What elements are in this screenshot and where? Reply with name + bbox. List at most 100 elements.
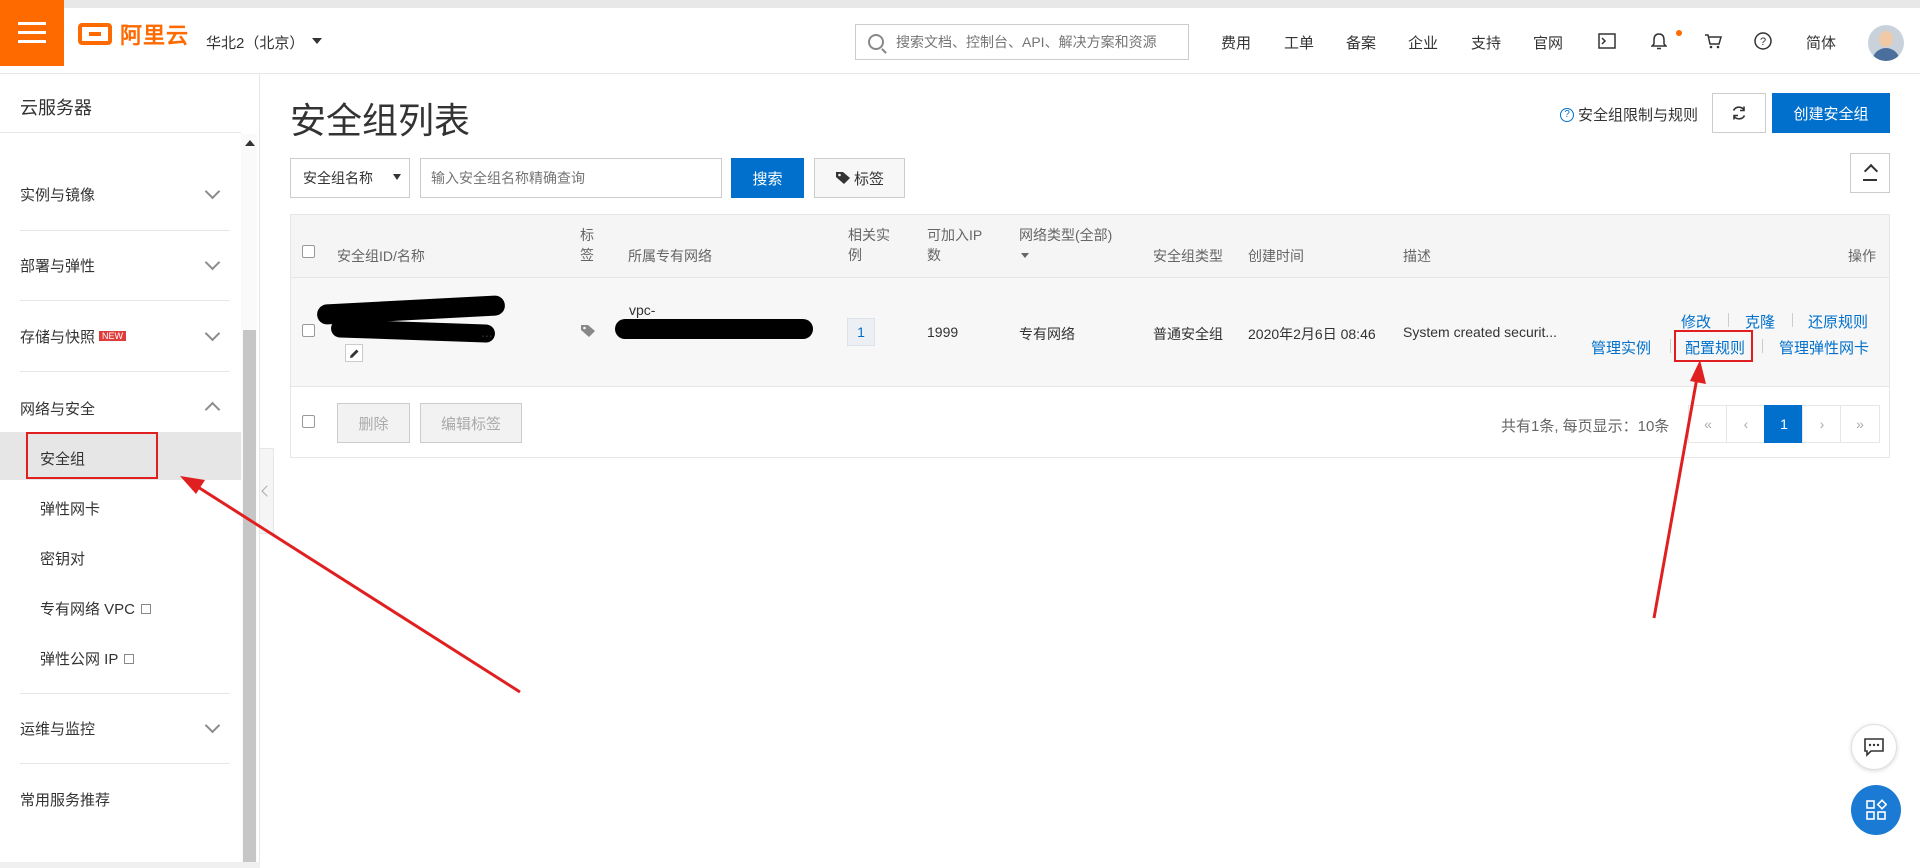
- sidebar-group-storage-snapshots[interactable]: 存储与快照 NEW: [20, 326, 127, 347]
- sg-type-value: 普通安全组: [1153, 326, 1223, 342]
- region-selector[interactable]: 华北2（北京）: [206, 32, 304, 53]
- sidebar-group-instances-images[interactable]: 实例与镜像: [20, 184, 95, 205]
- footer-select-all-checkbox[interactable]: [302, 415, 315, 428]
- divider: [1762, 339, 1763, 353]
- sidebar-collapse-handle[interactable]: [260, 448, 274, 534]
- column-header-line: 相关实: [848, 227, 890, 243]
- manage-instances-link[interactable]: 管理实例: [1591, 337, 1651, 358]
- cart-icon[interactable]: [1702, 30, 1724, 52]
- sidebar-item-eni[interactable]: 弹性网卡: [40, 498, 100, 519]
- refresh-button[interactable]: [1712, 93, 1766, 133]
- column-header-line: 数: [927, 247, 941, 263]
- scroll-up-arrow-icon[interactable]: [245, 140, 255, 146]
- network-type-value: 专有网络: [1019, 326, 1075, 342]
- restore-rules-link[interactable]: 还原规则: [1808, 311, 1868, 332]
- terminal-icon[interactable]: [1596, 30, 1618, 52]
- sidebar-item-key-pairs[interactable]: 密钥对: [40, 548, 85, 569]
- help-link-label: 安全组限制与规则: [1578, 107, 1699, 124]
- security-group-limits-link[interactable]: ? 安全组限制与规则: [1560, 104, 1698, 125]
- vpc-id-prefix[interactable]: vpc-: [629, 302, 655, 318]
- quick-apps-button[interactable]: [1851, 785, 1901, 835]
- aliyun-logo[interactable]: 阿里云: [78, 18, 189, 50]
- refresh-icon: [1732, 106, 1746, 120]
- sidebar-item-label: 专有网络 VPC: [40, 601, 136, 618]
- sidebar-group-ops-monitoring[interactable]: 运维与监控: [20, 718, 95, 739]
- column-header-vpc: 所属专有网络: [628, 248, 712, 264]
- global-search[interactable]: [855, 24, 1189, 60]
- nav-fees[interactable]: 费用: [1221, 32, 1251, 53]
- select-all-checkbox[interactable]: [302, 245, 315, 258]
- caret-down-icon[interactable]: [393, 174, 401, 180]
- help-icon[interactable]: ?: [1752, 30, 1774, 52]
- help-circle-icon: ?: [1560, 107, 1574, 122]
- annotation-highlight-configure-rules: [1674, 330, 1753, 362]
- tags-button-label: 标签: [853, 170, 884, 188]
- column-header-operations: 操作: [1848, 248, 1876, 264]
- divider: [20, 371, 230, 372]
- sidebar-item-label: 弹性公网 IP: [40, 651, 119, 668]
- sidebar-item-vpc[interactable]: 专有网络 VPC: [40, 598, 152, 619]
- tag-icon[interactable]: [580, 324, 596, 341]
- available-ip-count: 1999: [927, 324, 959, 340]
- sidebar-group-network-security[interactable]: 网络与安全: [20, 398, 95, 419]
- nav-tickets[interactable]: 工单: [1284, 32, 1314, 53]
- divider: [1792, 313, 1793, 327]
- search-icon: [868, 34, 884, 50]
- description-value: System created securit...: [1403, 324, 1558, 340]
- external-link-icon: [124, 654, 135, 664]
- pagination-next[interactable]: ›: [1802, 405, 1842, 443]
- column-header-created-time: 创建时间: [1248, 248, 1304, 264]
- column-header-network-type[interactable]: 网络类型(全部): [1019, 225, 1112, 258]
- tags-filter-button[interactable]: 标签: [814, 158, 905, 198]
- clone-link[interactable]: 克隆: [1745, 311, 1775, 332]
- bell-icon[interactable]: [1648, 30, 1670, 52]
- modify-link[interactable]: 修改: [1681, 311, 1711, 332]
- nav-support[interactable]: 支持: [1471, 32, 1501, 53]
- sidebar-group-deployment-elasticity[interactable]: 部署与弹性: [20, 255, 95, 276]
- sidebar-group-label: 存储与快照: [20, 329, 96, 346]
- chat-support-button[interactable]: [1851, 724, 1897, 770]
- pagination-page-1[interactable]: 1: [1764, 405, 1804, 443]
- new-badge: NEW: [99, 331, 127, 341]
- search-field-select[interactable]: 安全组名称: [290, 158, 410, 198]
- manage-eni-link[interactable]: 管理弹性网卡: [1779, 337, 1869, 358]
- tag-icon: [835, 172, 850, 184]
- create-security-group-button[interactable]: 创建安全组: [1772, 93, 1890, 133]
- export-button[interactable]: [1850, 153, 1890, 193]
- pagination-prev[interactable]: ‹: [1726, 405, 1766, 443]
- search-button[interactable]: 搜索: [731, 158, 804, 198]
- column-header-id-name: 安全组ID/名称: [337, 248, 425, 264]
- column-header-tags: 标 签: [580, 225, 594, 265]
- sidebar-group-recommended-services[interactable]: 常用服务推荐: [20, 789, 110, 810]
- delete-button[interactable]: 删除: [337, 403, 410, 443]
- nav-icp-filing[interactable]: 备案: [1346, 32, 1376, 53]
- pagination-last[interactable]: »: [1840, 405, 1880, 443]
- notification-dot: [1676, 30, 1682, 36]
- sidebar-bottom-edge: [0, 862, 260, 868]
- related-instances-count[interactable]: 1: [847, 318, 875, 346]
- security-group-id-name[interactable]: ...: [316, 295, 507, 344]
- created-time-value: 2020年2月6日 08:46: [1248, 326, 1376, 342]
- sidebar-item-eip[interactable]: 弹性公网 IP: [40, 648, 135, 669]
- global-search-input[interactable]: [894, 33, 1188, 51]
- nav-enterprise[interactable]: 企业: [1408, 32, 1438, 53]
- language-switch[interactable]: 简体: [1806, 32, 1836, 53]
- column-header-available-ip: 可加入IP 数: [927, 225, 982, 265]
- divider: [1728, 313, 1729, 327]
- row-checkbox[interactable]: [302, 324, 315, 337]
- pagination-info: 共有1条, 每页显示：10条: [1501, 418, 1670, 435]
- column-header-related-instances: 相关实 例: [848, 225, 890, 265]
- user-avatar[interactable]: [1868, 25, 1904, 61]
- filter-caret-icon[interactable]: [1021, 253, 1029, 258]
- sidebar-scrollbar-thumb[interactable]: [243, 330, 256, 868]
- edit-tags-button[interactable]: 编辑标签: [420, 403, 522, 443]
- menu-hamburger-icon[interactable]: [0, 0, 64, 66]
- divider: [20, 693, 230, 694]
- brand-name: 阿里云: [120, 23, 190, 48]
- caret-down-icon[interactable]: [312, 38, 322, 44]
- security-group-name-input[interactable]: [420, 158, 722, 198]
- edit-pencil-icon[interactable]: [345, 344, 363, 362]
- pagination-first[interactable]: «: [1688, 405, 1728, 443]
- nav-official-site[interactable]: 官网: [1533, 32, 1563, 53]
- redaction-mark: [330, 319, 496, 343]
